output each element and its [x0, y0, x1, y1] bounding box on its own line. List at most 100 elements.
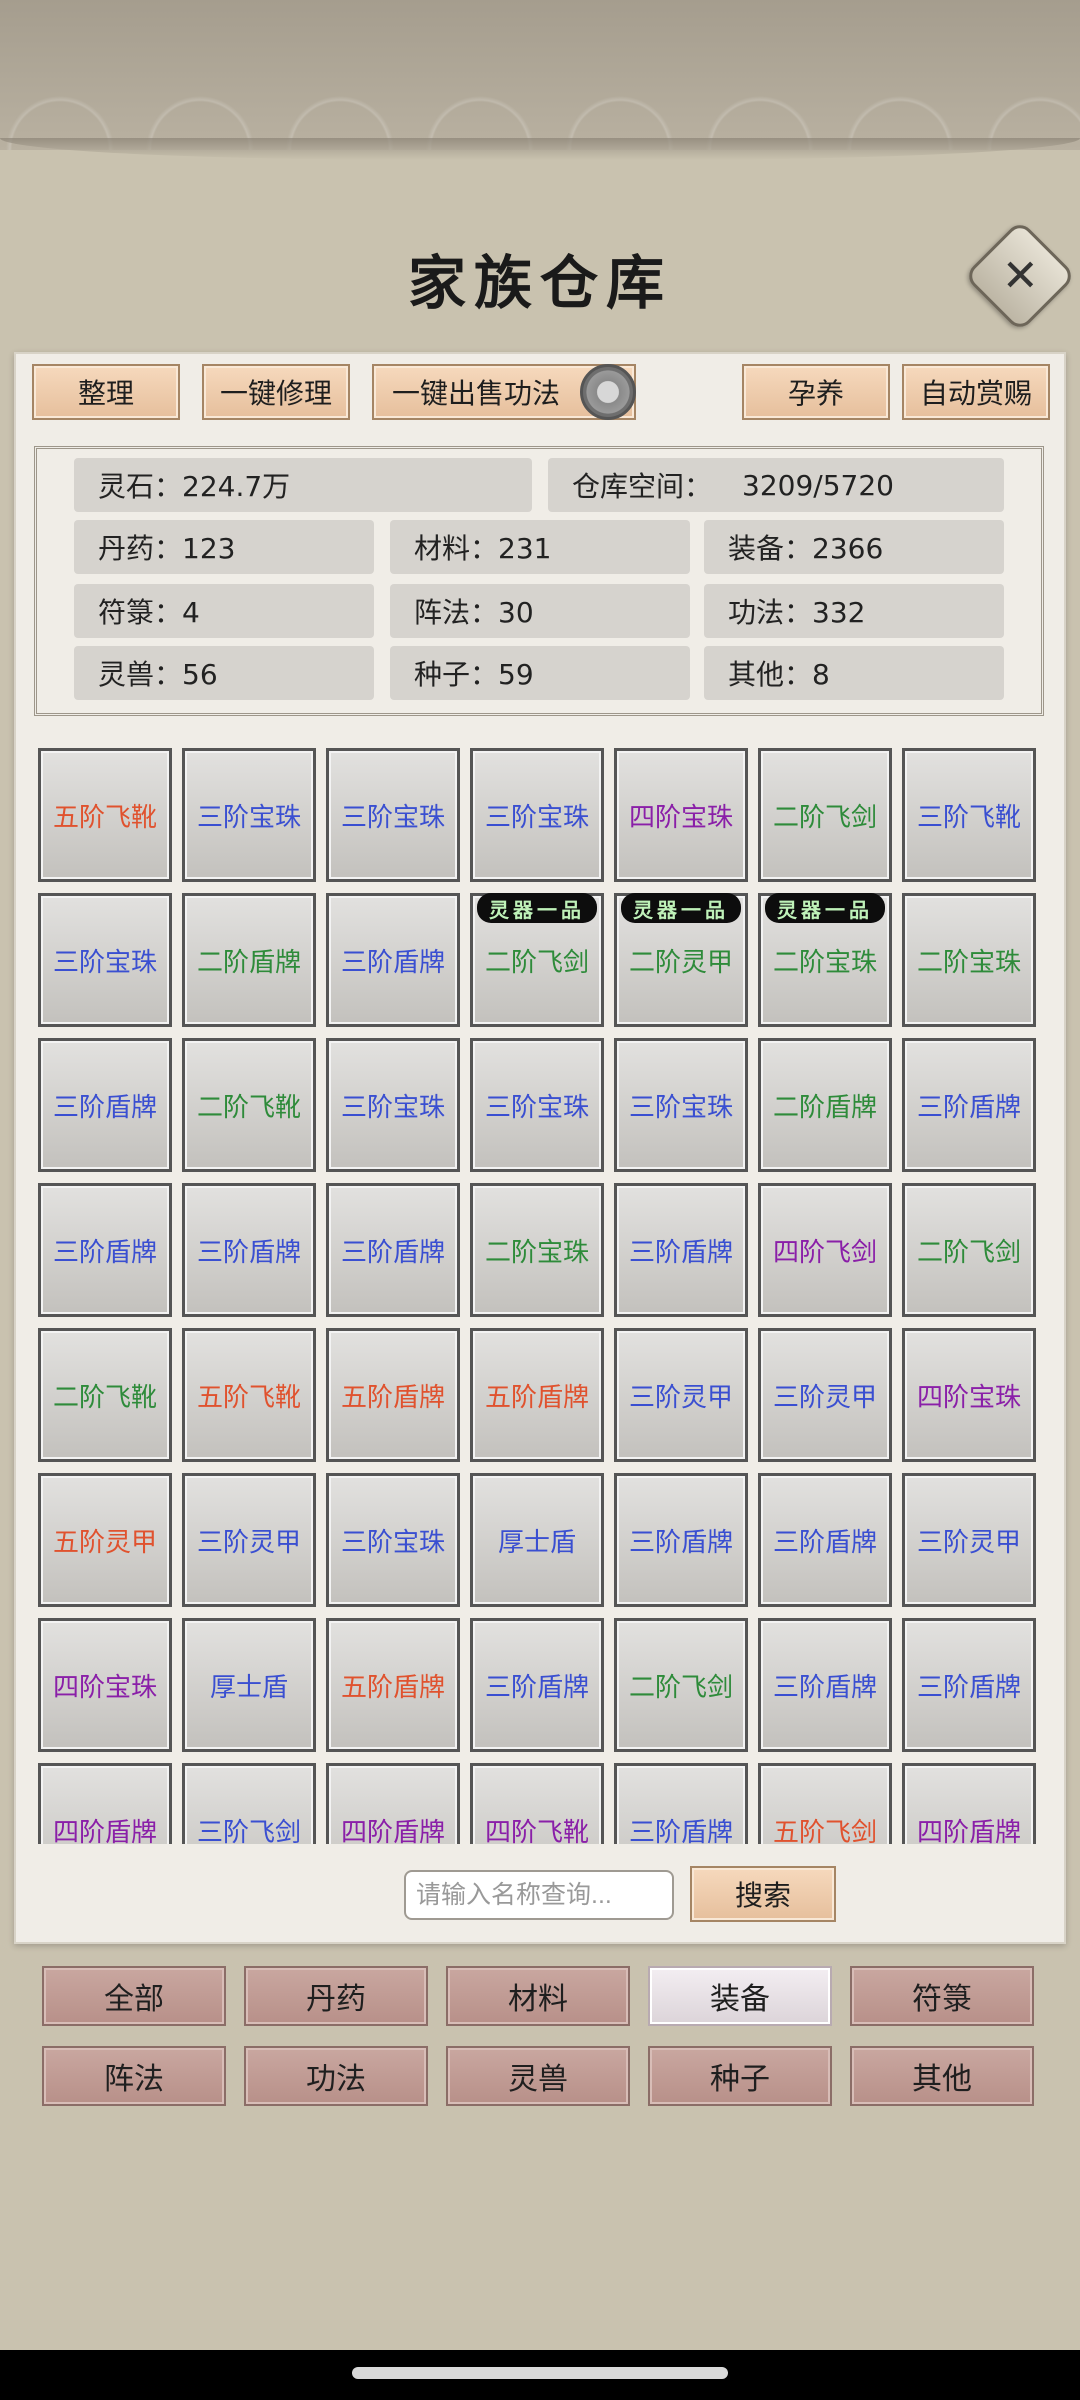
category-tab[interactable]: 种子 [648, 2046, 832, 2106]
item-cell[interactable]: 厚士盾 [182, 1618, 316, 1752]
item-cell[interactable]: 四阶盾牌 [902, 1763, 1036, 1844]
item-cell[interactable]: 五阶盾牌 [470, 1328, 604, 1462]
item-cell[interactable]: 厚士盾 [470, 1473, 604, 1607]
item-quality-tag: 灵器一品 [477, 893, 597, 923]
item-quality-tag: 灵器一品 [765, 893, 885, 923]
category-tab[interactable]: 装备 [648, 1966, 832, 2026]
stat-skills: 功法：332 [704, 584, 1004, 638]
item-name: 三阶盾牌 [52, 1237, 157, 1268]
category-tab[interactable]: 其他 [850, 2046, 1034, 2106]
search-button[interactable]: 搜索 [690, 1866, 836, 1922]
item-name: 三阶灵甲 [628, 1382, 733, 1413]
item-cell[interactable]: 三阶盾牌 [758, 1618, 892, 1752]
item-name: 三阶飞剑 [196, 1817, 301, 1845]
item-cell[interactable]: 三阶盾牌 [38, 1183, 172, 1317]
item-name: 三阶盾牌 [772, 1527, 877, 1558]
item-cell[interactable]: 三阶盾牌 [182, 1183, 316, 1317]
stat-formations: 阵法：30 [390, 584, 690, 638]
item-cell[interactable]: 三阶盾牌 [326, 893, 460, 1027]
item-cell[interactable]: 二阶盾牌 [758, 1038, 892, 1172]
item-cell[interactable]: 四阶盾牌 [38, 1763, 172, 1844]
item-name: 三阶飞靴 [916, 802, 1021, 833]
organize-button[interactable]: 整理 [32, 364, 180, 420]
item-name: 三阶宝珠 [340, 802, 445, 833]
item-cell[interactable]: 四阶宝珠 [902, 1328, 1036, 1462]
item-cell[interactable]: 五阶灵甲 [38, 1473, 172, 1607]
repair-all-button[interactable]: 一键修理 [202, 364, 350, 420]
stat-others: 其他：8 [704, 646, 1004, 700]
stat-materials: 材料：231 [390, 520, 690, 574]
category-tab[interactable]: 功法 [244, 2046, 428, 2106]
category-tab[interactable]: 灵兽 [446, 2046, 630, 2106]
item-cell[interactable]: 三阶飞剑 [182, 1763, 316, 1844]
item-cell[interactable]: 三阶灵甲 [902, 1473, 1036, 1607]
item-cell[interactable]: 三阶盾牌 [38, 1038, 172, 1172]
item-name: 厚士盾 [209, 1672, 288, 1703]
item-cell[interactable]: 三阶宝珠 [326, 1038, 460, 1172]
item-cell[interactable]: 二阶飞剑 [902, 1183, 1036, 1317]
item-cell[interactable]: 五阶盾牌 [326, 1618, 460, 1752]
item-cell[interactable]: 二阶飞剑 [614, 1618, 748, 1752]
item-cell[interactable]: 二阶飞剑 [758, 748, 892, 882]
item-cell[interactable]: 四阶飞靴 [470, 1763, 604, 1844]
category-tab[interactable]: 阵法 [42, 2046, 226, 2106]
item-cell[interactable]: 三阶宝珠 [470, 1038, 604, 1172]
item-cell[interactable]: 五阶飞靴 [182, 1328, 316, 1462]
item-cell[interactable]: 三阶宝珠 [470, 748, 604, 882]
item-name: 三阶灵甲 [196, 1527, 301, 1558]
item-cell[interactable]: 二阶宝珠 灵器一品 [758, 893, 892, 1027]
item-cell[interactable]: 三阶盾牌 [902, 1618, 1036, 1752]
item-cell[interactable]: 三阶宝珠 [182, 748, 316, 882]
item-cell[interactable]: 五阶盾牌 [326, 1328, 460, 1462]
item-cell[interactable]: 二阶灵甲 灵器一品 [614, 893, 748, 1027]
item-cell[interactable]: 五阶飞靴 [38, 748, 172, 882]
item-name: 二阶飞剑 [484, 947, 589, 978]
item-cell[interactable]: 二阶宝珠 [470, 1183, 604, 1317]
item-cell[interactable]: 三阶盾牌 [758, 1473, 892, 1607]
item-quality-tag: 灵器一品 [621, 893, 741, 923]
item-cell[interactable]: 三阶灵甲 [614, 1328, 748, 1462]
stat-equipment: 装备：2366 [704, 520, 1004, 574]
auto-reward-button[interactable]: 自动赏赐 [902, 364, 1050, 420]
item-cell[interactable]: 三阶宝珠 [38, 893, 172, 1027]
item-name: 三阶灵甲 [772, 1382, 877, 1413]
item-name: 四阶宝珠 [916, 1382, 1021, 1413]
item-cell[interactable]: 四阶飞剑 [758, 1183, 892, 1317]
item-cell[interactable]: 二阶飞剑 灵器一品 [470, 893, 604, 1027]
item-cell[interactable]: 四阶盾牌 [326, 1763, 460, 1844]
item-name: 三阶盾牌 [916, 1092, 1021, 1123]
item-cell[interactable]: 三阶盾牌 [614, 1763, 748, 1844]
item-cell[interactable]: 二阶飞靴 [38, 1328, 172, 1462]
item-cell[interactable]: 二阶宝珠 [902, 893, 1036, 1027]
stat-spirit-stone: 灵石：224.7万 [74, 458, 532, 512]
item-cell[interactable]: 三阶盾牌 [614, 1473, 748, 1607]
search-input[interactable] [404, 1870, 674, 1920]
item-cell[interactable]: 三阶宝珠 [326, 1473, 460, 1607]
item-cell[interactable]: 四阶宝珠 [614, 748, 748, 882]
item-cell[interactable]: 二阶盾牌 [182, 893, 316, 1027]
item-cell[interactable]: 二阶飞靴 [182, 1038, 316, 1172]
page-title: 家族仓库 [407, 249, 672, 317]
item-cell[interactable]: 五阶飞剑 [758, 1763, 892, 1844]
item-cell[interactable]: 三阶宝珠 [614, 1038, 748, 1172]
category-tab[interactable]: 符箓 [850, 1966, 1034, 2026]
category-tab[interactable]: 材料 [446, 1966, 630, 2026]
category-tab[interactable]: 丹药 [244, 1966, 428, 2026]
item-cell[interactable]: 三阶灵甲 [182, 1473, 316, 1607]
item-cell[interactable]: 三阶盾牌 [614, 1183, 748, 1317]
home-indicator[interactable] [352, 2367, 728, 2379]
item-name: 五阶盾牌 [340, 1382, 445, 1413]
item-cell[interactable]: 三阶盾牌 [470, 1618, 604, 1752]
category-tab[interactable]: 全部 [42, 1966, 226, 2026]
item-cell[interactable]: 三阶宝珠 [326, 748, 460, 882]
breed-button[interactable]: 孕养 [742, 364, 890, 420]
gear-icon[interactable] [580, 364, 636, 420]
item-name: 二阶盾牌 [196, 947, 301, 978]
item-cell[interactable]: 三阶盾牌 [326, 1183, 460, 1317]
item-cell[interactable]: 三阶灵甲 [758, 1328, 892, 1462]
item-name: 三阶盾牌 [628, 1527, 733, 1558]
item-name: 三阶盾牌 [340, 947, 445, 978]
item-cell[interactable]: 三阶盾牌 [902, 1038, 1036, 1172]
item-cell[interactable]: 三阶飞靴 [902, 748, 1036, 882]
item-cell[interactable]: 四阶宝珠 [38, 1618, 172, 1752]
